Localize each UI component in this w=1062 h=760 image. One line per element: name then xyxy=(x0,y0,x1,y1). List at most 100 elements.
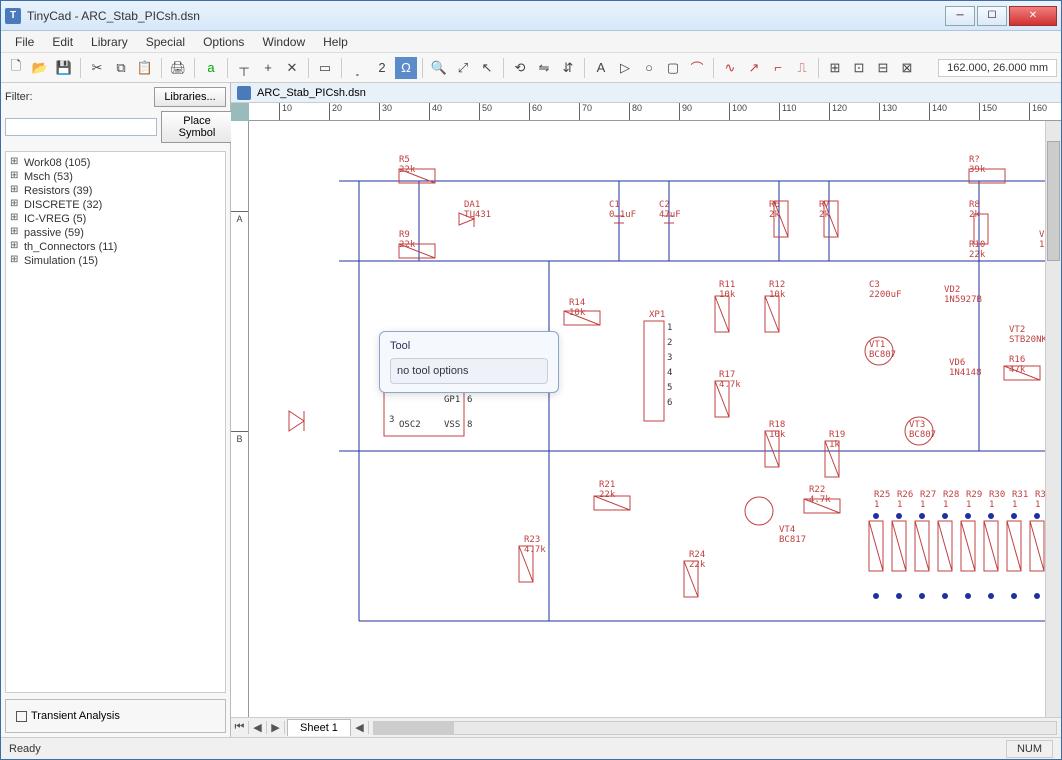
component-label[interactable]: R1022k xyxy=(969,241,985,261)
text-icon[interactable]: A xyxy=(590,57,612,79)
tree-item[interactable]: passive (59) xyxy=(10,226,221,240)
component-label[interactable]: R1810k xyxy=(769,421,785,441)
minimize-button[interactable]: ─ xyxy=(945,6,975,26)
component-label[interactable]: R174.7k xyxy=(719,371,741,391)
component-label[interactable]: R?39k xyxy=(969,156,985,176)
component-label[interactable]: VT4BC817 xyxy=(779,526,806,546)
component-label[interactable]: R234.7k xyxy=(524,536,546,556)
component-label[interactable]: R72k xyxy=(819,201,830,221)
schematic-canvas[interactable]: R522k R922k R?39k DA1TL431 C10.1uF C247uF R62k… xyxy=(249,121,1045,717)
component-label[interactable]: VT1BC807 xyxy=(869,341,896,361)
component-label[interactable]: VT3BC807 xyxy=(909,421,936,441)
line-icon[interactable]: ▷ xyxy=(614,57,636,79)
menu-library[interactable]: Library xyxy=(83,33,136,51)
cut-icon[interactable]: ✂ xyxy=(86,57,108,79)
wire-icon[interactable]: ┬ xyxy=(233,57,255,79)
open-icon[interactable]: 📂 xyxy=(29,57,51,79)
maximize-button[interactable]: ☐ xyxy=(977,6,1007,26)
text-a-icon[interactable]: a xyxy=(200,57,222,79)
noconnect-icon[interactable]: ✕ xyxy=(281,57,303,79)
component-label[interactable]: R251 xyxy=(874,491,890,511)
copy-icon[interactable]: ⧉ xyxy=(110,57,132,79)
grid2-icon[interactable]: ⊡ xyxy=(848,57,870,79)
component-label[interactable]: VD61N4148 xyxy=(949,359,982,379)
component-label[interactable]: R2122k xyxy=(599,481,615,501)
menu-edit[interactable]: Edit xyxy=(44,33,81,51)
component-label[interactable]: R191k xyxy=(829,431,845,451)
component-label[interactable]: C10.1uF xyxy=(609,201,636,221)
new-icon[interactable]: 🗋 xyxy=(5,57,27,79)
component-label[interactable]: R311 xyxy=(1012,491,1028,511)
component-label[interactable]: R922k xyxy=(399,231,415,251)
circle-icon[interactable]: ○ xyxy=(638,57,660,79)
place-symbol-button[interactable]: Place Symbol xyxy=(161,111,233,143)
tree-item[interactable]: Work08 (105) xyxy=(10,156,221,170)
red1-icon[interactable]: ∿ xyxy=(719,57,741,79)
mirror-icon[interactable]: ⇋ xyxy=(533,57,555,79)
grid3-icon[interactable]: ⊟ xyxy=(872,57,894,79)
save-icon[interactable]: 💾 xyxy=(53,57,75,79)
library-tree[interactable]: Work08 (105) Msch (53) Resistors (39) DI… xyxy=(5,151,226,693)
component-label[interactable]: R271 xyxy=(920,491,936,511)
component-label[interactable]: R2422k xyxy=(689,551,705,571)
libraries-button[interactable]: Libraries... xyxy=(154,87,226,107)
component-label[interactable]: C247uF xyxy=(659,201,681,221)
arc-icon[interactable]: ⌒ xyxy=(686,57,708,79)
component-label[interactable]: VT2STB20NK50Z xyxy=(1009,326,1045,346)
zoomall-icon[interactable]: ⤢ xyxy=(452,57,474,79)
component-label[interactable]: R1647k xyxy=(1009,356,1025,376)
grid4-icon[interactable]: ⊠ xyxy=(896,57,918,79)
close-button[interactable]: ✕ xyxy=(1009,6,1057,26)
red2-icon[interactable]: ↗ xyxy=(743,57,765,79)
component-label[interactable]: R522k xyxy=(399,156,415,176)
ruler-icon[interactable]: ▭ xyxy=(314,57,336,79)
tool1-icon[interactable]: ⸼ xyxy=(347,57,369,79)
tree-item[interactable]: Simulation (15) xyxy=(10,254,221,268)
document-tab[interactable]: ARC_Stab_PICsh.dsn xyxy=(231,83,1061,103)
tree-item[interactable]: th_Connectors (11) xyxy=(10,240,221,254)
menu-window[interactable]: Window xyxy=(254,33,313,51)
menu-special[interactable]: Special xyxy=(138,33,193,51)
component-label[interactable]: R62k xyxy=(769,201,780,221)
menu-help[interactable]: Help xyxy=(315,33,356,51)
red4-icon[interactable]: ⎍ xyxy=(791,57,813,79)
component-label[interactable]: R1210k xyxy=(769,281,785,301)
component-label[interactable]: R261 xyxy=(897,491,913,511)
component-label[interactable]: R281 xyxy=(943,491,959,511)
paste-icon[interactable]: 📋 xyxy=(134,57,156,79)
omega-icon[interactable]: Ω xyxy=(395,57,417,79)
component-label[interactable]: XP1 xyxy=(649,311,665,321)
sheet-nav-first[interactable]: ⏮ xyxy=(231,721,249,734)
component-label[interactable]: R1110k xyxy=(719,281,735,301)
junction-icon[interactable]: + xyxy=(257,57,279,79)
print-icon[interactable]: 🖨 xyxy=(167,57,189,79)
sheet-nav-split[interactable]: ◀ xyxy=(351,721,369,734)
sheet-nav-prev[interactable]: ◀ xyxy=(249,721,267,734)
component-label[interactable]: R82k xyxy=(969,201,980,221)
component-label[interactable]: DA1TL431 xyxy=(464,201,491,221)
sheet-tab[interactable]: Sheet 1 xyxy=(287,719,351,736)
tool2-icon[interactable]: 2 xyxy=(371,57,393,79)
sheet-nav-next[interactable]: ▶ xyxy=(267,721,285,734)
tree-item[interactable]: IC-VREG (5) xyxy=(10,212,221,226)
flip-icon[interactable]: ⇵ xyxy=(557,57,579,79)
filter-input[interactable] xyxy=(5,118,157,136)
component-label[interactable]: R1410k xyxy=(569,299,585,319)
grid1-icon[interactable]: ⊞ xyxy=(824,57,846,79)
rotate-icon[interactable]: ⟲ xyxy=(509,57,531,79)
zoom-icon[interactable]: 🔍 xyxy=(428,57,450,79)
red3-icon[interactable]: ⌐ xyxy=(767,57,789,79)
menu-options[interactable]: Options xyxy=(195,33,252,51)
component-label[interactable]: R301 xyxy=(989,491,1005,511)
tree-item[interactable]: Resistors (39) xyxy=(10,184,221,198)
pointer-icon[interactable]: ↖ xyxy=(476,57,498,79)
component-label[interactable]: VD21N5927B xyxy=(944,286,982,306)
component-label[interactable]: R321 xyxy=(1035,491,1045,511)
horizontal-scrollbar[interactable] xyxy=(373,721,1057,735)
component-label[interactable]: R224.7k xyxy=(809,486,831,506)
menu-file[interactable]: File xyxy=(7,33,42,51)
component-label[interactable]: C32200uF xyxy=(869,281,902,301)
component-label[interactable]: R291 xyxy=(966,491,982,511)
vertical-scrollbar[interactable] xyxy=(1045,121,1061,717)
tree-item[interactable]: Msch (53) xyxy=(10,170,221,184)
